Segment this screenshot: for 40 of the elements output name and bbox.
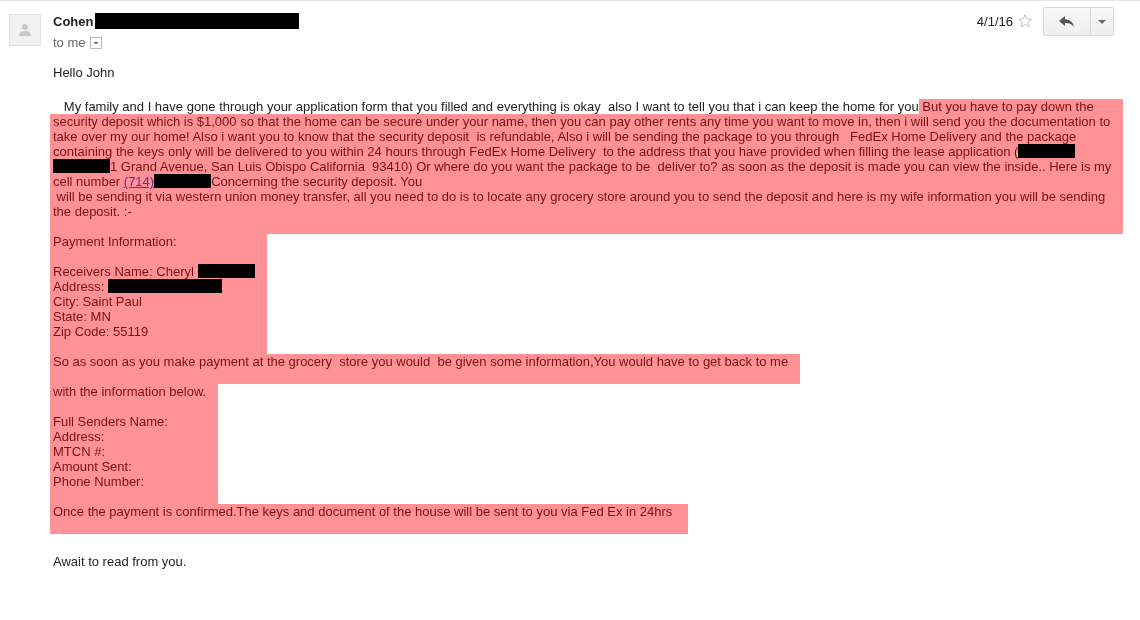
redaction-bar [154,174,212,188]
redaction-bar [1018,144,1076,158]
redaction-bar [53,159,110,173]
highlighted-text: But you have to pay down the [921,99,1094,114]
message-line: security deposit which is $1,000 so that the home can be secure under your name, then you can pay other rents any time you want to move in, then i will send you the documentation to [53,114,1112,129]
message-line: State: MN [53,309,112,324]
message-line: MTCN #: [53,444,106,459]
message-line: containing the keys only will be delivered to you within 24 hours through FedEx Home Delivery to the address that you have provided when filling the lease application ( [53,144,1112,159]
phone-link[interactable]: (714) [123,174,155,189]
message-date: 4/1/16 [976,14,1013,29]
message-line: cell number (714) Concerning the security deposit. You [53,174,424,189]
message-line: Await to read from you. [53,554,187,569]
greeting-text: Hello John [52,65,116,80]
dropdown-icon[interactable] [89,37,102,49]
avatar-icon [9,14,41,46]
message-line: Receivers Name: Cheryl [53,264,255,279]
message-line: 1 Grand Avenue, San Luis Obispo California 93410) Or where do you want the package to be deliver to? as soon as the deposit is made you can view the inside.. Here is my [53,159,1112,174]
message-line: Address: [53,279,255,294]
message-line: take over my our home! Also i want you to know that the security deposit is refundable, Also i will be sending the package to you through FedEx Home Delivery and the package [53,129,1078,144]
reply-button[interactable] [1043,7,1091,36]
message-line: Full Senders Name: [53,414,169,429]
message-line: Once the payment is confirmed.The keys and document of the house will be sent to you via Fed Ex in 24hrs [53,504,674,519]
message-line: Zip Code: 55119 [53,324,150,339]
redaction-bar [197,264,255,278]
message-line: Amount Sent: [53,459,133,474]
recipient-label: to me [53,35,86,50]
sender-name: Cohen [53,13,94,29]
message-line: City: Saint Paul [53,294,143,309]
message-line: So as soon as you make payment at the grocery store you would be given some information,You would have to get back to me [53,354,789,369]
message-line: Address: [53,429,106,444]
message-line: with the information below. [53,384,207,399]
message-line: Payment Information: [53,234,178,249]
message-line: Phone Number: [53,474,146,489]
star-icon[interactable] [1017,13,1033,29]
message-line: the deposit. :- [53,204,133,219]
reply-icon [1059,15,1075,28]
redaction-bar [164,279,222,293]
caret-icon [1098,19,1106,24]
message-line: will be sending it via western union money transfer, all you need to do is to locate any grocery store around you to send the deposit and here is my wife information you will be sending [55,189,1107,204]
redaction-bar [107,279,165,293]
